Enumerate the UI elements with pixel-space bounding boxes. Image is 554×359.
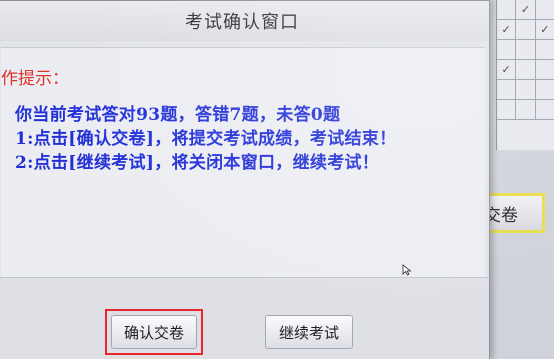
answer-grid-cell (516, 20, 536, 40)
hint-label: 作提示： (1, 69, 69, 89)
answer-grid-cell (535, 40, 554, 60)
answer-grid-cell (516, 80, 536, 100)
answer-grid-cell (516, 100, 536, 120)
continue-exam-button-label: 继续考试 (278, 323, 339, 342)
answer-grid-cell (516, 40, 536, 60)
answer-grid-cell (535, 100, 554, 120)
exam-confirm-dialog: 考试确认窗口 作提示： 你当前考试答对93题，答错7题，未答0题 1:点击[确认… (0, 0, 490, 359)
answer-grid-cell (516, 60, 536, 80)
answer-grid-cell (535, 60, 554, 80)
answer-grid-cell (497, 0, 517, 20)
answer-grid-cell: ✓ (497, 20, 517, 40)
confirm-submit-button[interactable]: 确认交卷 (111, 315, 197, 349)
dialog-content: 作提示： 你当前考试答对93题，答错7题，未答0题 1:点击[确认交卷]，将提交… (1, 47, 485, 278)
dialog-title: 考试确认窗口 (185, 12, 299, 33)
answer-grid-cell (497, 100, 517, 120)
mouse-cursor-icon (402, 264, 412, 276)
answer-grid-cell (535, 0, 554, 20)
answer-sheet-grid: ✓ ✓ ✓ ✓ (496, 0, 554, 150)
answer-grid-cell (497, 40, 517, 60)
answer-grid-cell (535, 80, 554, 100)
answer-grid-cell: ✓ (535, 20, 554, 40)
dialog-titlebar: 考试确认窗口 (0, 1, 489, 41)
answer-grid-cell: ✓ (497, 60, 517, 80)
answer-grid-cell (497, 80, 517, 100)
dialog-footer: 确认交卷 继续考试 (0, 277, 489, 359)
confirm-submit-button-label: 确认交卷 (124, 323, 185, 342)
instruction-confirm: 1:点击[确认交卷]，将提交考试成绩，考试结束！ (15, 129, 397, 149)
screen: ✓ ✓ ✓ ✓ 交卷 考试确认窗口 作提示： 你当前考试答对93题，答错7题，未答0题… (0, 0, 554, 359)
answer-grid-cell: ✓ (516, 0, 536, 20)
instruction-continue: 2:点击[继续考试]，将关闭本窗口，继续考试！ (15, 153, 380, 173)
continue-exam-button[interactable]: 继续考试 (265, 315, 353, 349)
score-summary: 你当前考试答对93题，答错7题，未答0题 (15, 105, 341, 125)
